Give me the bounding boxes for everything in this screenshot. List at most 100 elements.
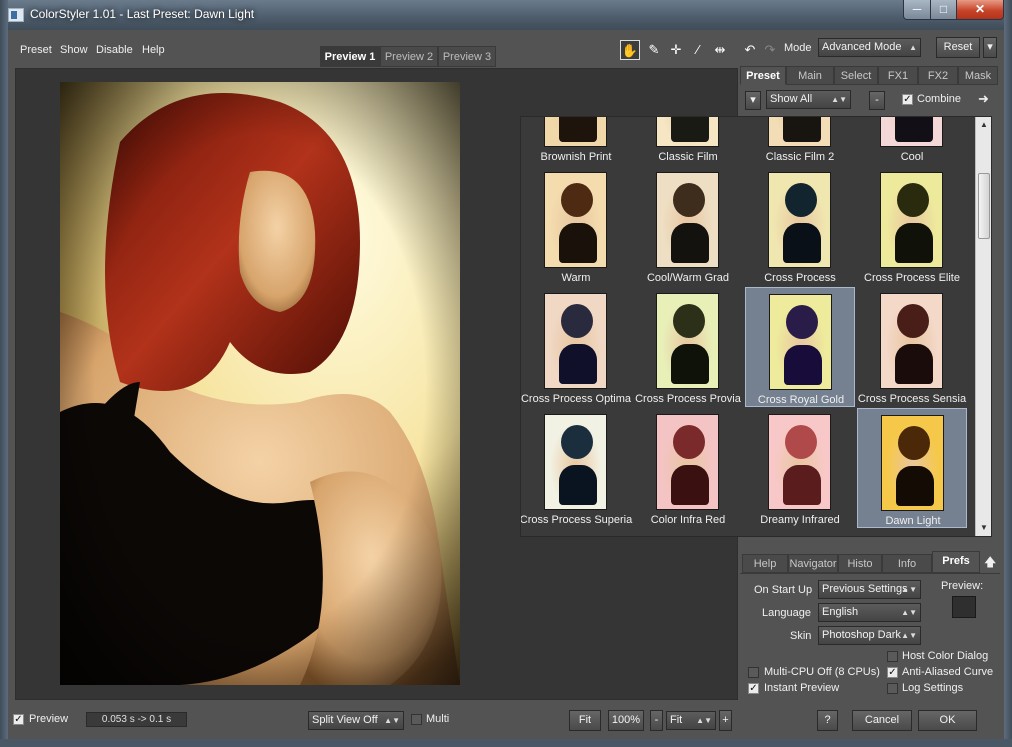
preview-checkbox[interactable]: ✓	[13, 714, 24, 725]
menu-disable[interactable]: Disable	[96, 44, 133, 56]
preset-thumbnail[interactable]: Cool/Warm Grad	[633, 166, 743, 286]
zoom-out-button[interactable]: -	[650, 710, 663, 731]
menu-help[interactable]: Help	[142, 44, 165, 56]
split-compare-icon[interactable]: ⇹	[710, 40, 730, 60]
preset-grid[interactable]: Dawn Light Dreamy Infrared Color Infra Red…	[520, 116, 992, 537]
multi-checkbox[interactable]	[411, 714, 422, 725]
window-frame-right	[1004, 0, 1012, 747]
preset-thumbnail[interactable]: Dawn Light	[857, 408, 967, 528]
preset-label: Color Infra Red	[650, 514, 726, 526]
cancel-button[interactable]: Cancel	[852, 710, 912, 731]
hand-icon[interactable]: ✋	[620, 40, 640, 60]
tab-select[interactable]: Select	[834, 66, 878, 85]
tab-info[interactable]: Info	[882, 554, 932, 573]
log-settings-checkbox[interactable]	[887, 683, 898, 694]
tab-mask[interactable]: Mask	[958, 66, 998, 85]
preset-thumbnail[interactable]: Cross Royal Gold	[745, 287, 855, 407]
help-button[interactable]: ?	[817, 710, 838, 731]
preset-label: Cool/Warm Grad	[646, 272, 730, 284]
preset-thumbnail[interactable]: Classic Film 2	[745, 117, 855, 165]
language-label: Language	[762, 607, 811, 619]
skin-select[interactable]: Photoshop Dark ▲▼	[818, 626, 921, 645]
language-value: English	[822, 606, 859, 618]
app-icon	[8, 8, 24, 22]
redo-icon[interactable]: ↷	[760, 40, 780, 60]
preset-thumbnail[interactable]: Cross Process Optima	[521, 287, 631, 407]
chevron-updown-icon: ▲	[909, 43, 917, 52]
tab-prefs[interactable]: Prefs	[932, 551, 980, 573]
preset-label: Cross Process Elite	[864, 272, 960, 284]
preset-label: Dreamy Infrared	[760, 514, 840, 526]
preset-preview-image	[880, 117, 943, 147]
preset-preview-image	[656, 117, 719, 147]
tab-help[interactable]: Help	[742, 554, 788, 573]
tab-fx1[interactable]: FX1	[878, 66, 918, 85]
preset-thumbnail[interactable]: Cool	[857, 117, 967, 165]
mode-select[interactable]: Advanced Mode ▲	[818, 38, 921, 57]
split-view-select[interactable]: Split View Off ▲▼	[308, 711, 404, 730]
scroll-thumb[interactable]	[978, 173, 990, 239]
menu-show[interactable]: Show	[60, 44, 88, 56]
zoom-select[interactable]: Fit ▲▼	[666, 711, 716, 730]
maximize-button[interactable]: □	[930, 0, 957, 20]
fit-button[interactable]: Fit	[569, 710, 601, 731]
brush-icon[interactable]: ⁄	[688, 40, 708, 60]
multi-cpu-checkbox[interactable]	[748, 667, 759, 678]
remove-preset-button[interactable]: -	[869, 91, 885, 110]
tab-main[interactable]: Main	[786, 66, 834, 85]
preset-label: Brownish Print	[540, 151, 612, 163]
anti-aliased-curve-checkbox[interactable]: ✓	[887, 667, 898, 678]
zoom-100-button[interactable]: 100%	[608, 710, 644, 731]
scroll-up-icon[interactable]: ▲	[976, 117, 991, 133]
arrow-right-icon[interactable]: ➜	[978, 91, 989, 107]
tab-preview-3[interactable]: Preview 3	[438, 46, 496, 67]
preset-thumbnail[interactable]: Cross Process	[745, 166, 855, 286]
reset-dropdown-button[interactable]: ▾	[983, 37, 997, 58]
host-color-dialog-checkbox[interactable]	[887, 651, 898, 662]
tab-preview-2[interactable]: Preview 2	[380, 46, 438, 67]
preset-label: Cross Process Sensia	[857, 393, 967, 405]
preset-thumbnail[interactable]: Dreamy Infrared	[745, 408, 855, 528]
minimize-button[interactable]: ─	[903, 0, 931, 20]
preset-grid-scrollbar[interactable]: ▲ ▼	[975, 117, 991, 536]
preset-filter-value: Show All	[770, 93, 813, 105]
close-button[interactable]: ✕	[956, 0, 1004, 20]
preset-thumbnail[interactable]: Cross Process Provia	[633, 287, 743, 407]
menu-preset[interactable]: Preset	[20, 44, 52, 56]
preset-thumbnail[interactable]: Brownish Print	[521, 117, 631, 165]
on-start-up-select[interactable]: Previous Settings ▲▼	[818, 580, 921, 599]
skin-label: Skin	[790, 630, 812, 642]
preset-thumbnail[interactable]: Cross Process Superia	[521, 408, 632, 528]
eyedropper-icon[interactable]: ✎	[644, 40, 664, 60]
tab-preset[interactable]: Preset	[740, 66, 786, 85]
ok-button[interactable]: OK	[918, 710, 977, 731]
tab-preview-1[interactable]: Preview 1	[320, 46, 380, 67]
tab-fx2[interactable]: FX2	[918, 66, 958, 85]
chevron-updown-icon: ▲▼	[901, 631, 917, 640]
preset-thumbnail[interactable]: Warm	[521, 166, 631, 286]
tab-navigator[interactable]: Navigator	[788, 554, 838, 573]
instant-preview-checkbox[interactable]: ✓	[748, 683, 759, 694]
preset-thumbnail[interactable]: Color Infra Red	[633, 408, 743, 528]
preset-thumbnail[interactable]: Cross Process Elite	[857, 166, 967, 286]
crosshair-icon[interactable]: ✛	[666, 40, 686, 60]
undo-icon[interactable]: ↶	[740, 40, 760, 60]
preset-filter-select[interactable]: Show All ▲▼	[766, 90, 851, 109]
on-start-up-value: Previous Settings	[822, 583, 908, 595]
anti-aliased-curve-label: Anti-Aliased Curve	[902, 666, 994, 678]
combine-checkbox[interactable]: ✓	[902, 94, 913, 105]
preset-menu-button[interactable]: ▾	[745, 91, 761, 110]
tab-histo[interactable]: Histo	[838, 554, 882, 573]
scroll-down-icon[interactable]: ▼	[976, 520, 991, 536]
preset-preview-image	[656, 293, 719, 389]
reset-button[interactable]: Reset	[936, 37, 980, 58]
zoom-in-button[interactable]: +	[719, 710, 732, 731]
collapse-arrow-icon[interactable]: 🡅	[984, 553, 996, 574]
preview-color-swatch[interactable]	[952, 596, 976, 618]
preview-photo[interactable]	[60, 82, 460, 685]
preset-thumbnail[interactable]: Classic Film	[633, 117, 743, 165]
language-select[interactable]: English ▲▼	[818, 603, 921, 622]
preset-thumbnail[interactable]: Cross Process Sensia	[857, 287, 967, 407]
preset-preview-image	[544, 172, 607, 268]
window-frame-left	[0, 0, 8, 747]
